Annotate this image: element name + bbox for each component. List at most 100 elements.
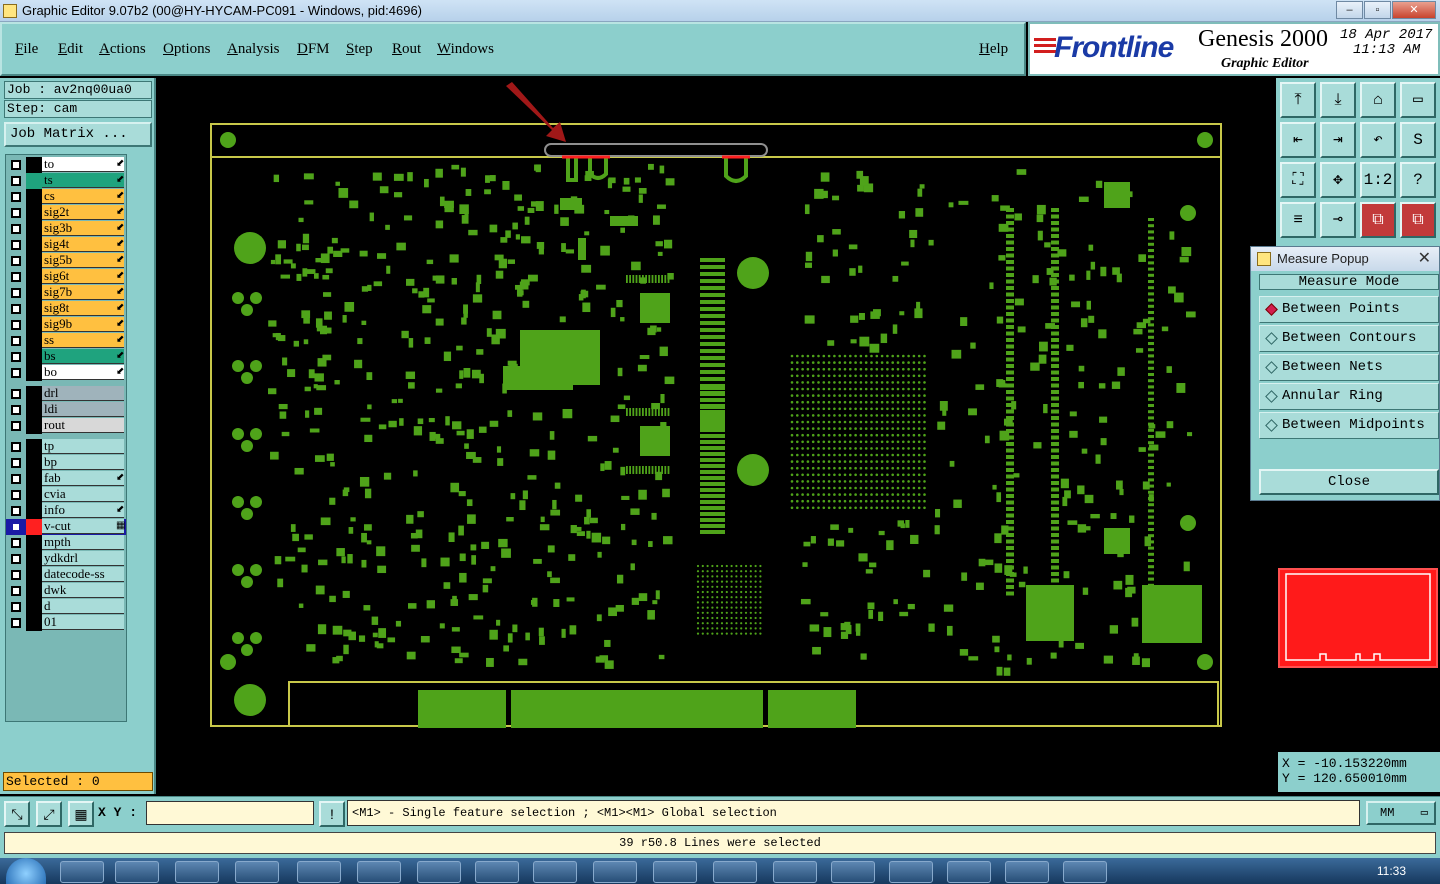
layer-row-bp[interactable]: bp xyxy=(6,455,126,471)
xy-input[interactable] xyxy=(146,801,314,825)
layer-name[interactable]: ldi xyxy=(42,402,124,417)
layer-name[interactable]: cs xyxy=(42,189,124,204)
toolbar-tool-icon[interactable]: ⧉ xyxy=(1360,202,1396,238)
layer-color-swatch[interactable] xyxy=(26,253,42,269)
layer-row-sig4t[interactable]: sig4t ⬋ xyxy=(6,237,126,253)
layer-color-swatch[interactable] xyxy=(26,402,42,418)
layer-color-swatch[interactable] xyxy=(26,269,42,285)
layer-color-swatch[interactable] xyxy=(26,221,42,237)
taskbar-app-icon[interactable] xyxy=(175,861,219,883)
taskbar-app-icon[interactable] xyxy=(889,861,933,883)
toolbar-tool-icon[interactable]: ⊸ xyxy=(1320,202,1356,238)
layer-name[interactable]: dwk xyxy=(42,583,124,598)
layer-checkbox[interactable] xyxy=(11,288,21,298)
layer-color-swatch[interactable] xyxy=(26,173,42,189)
layer-checkbox[interactable] xyxy=(11,474,21,484)
layer-color-swatch[interactable] xyxy=(26,455,42,471)
taskbar-app-icon[interactable] xyxy=(947,861,991,883)
layer-name[interactable]: sig6t xyxy=(42,269,124,284)
layer-checkbox[interactable] xyxy=(11,554,21,564)
layer-checkbox[interactable] xyxy=(11,176,21,186)
layer-name[interactable]: bs xyxy=(42,349,124,364)
minimize-button[interactable]: – xyxy=(1336,1,1363,19)
layer-row-ts[interactable]: ts ⬋ xyxy=(6,173,126,189)
layer-checkbox[interactable] xyxy=(11,192,21,202)
menu-edit[interactable]: Edit xyxy=(58,41,83,58)
measure-option[interactable]: Between Contours xyxy=(1259,325,1439,352)
menu-options[interactable]: Options xyxy=(163,41,211,58)
layer-row-sig7b[interactable]: sig7b ⬋ xyxy=(6,285,126,301)
layer-row-sig5b[interactable]: sig5b ⬋ xyxy=(6,253,126,269)
board-minimap[interactable] xyxy=(1278,568,1438,668)
layer-color-swatch[interactable] xyxy=(26,439,42,455)
measure-option[interactable]: Between Midpoints xyxy=(1259,412,1439,439)
toolbar-tool-icon[interactable]: ≡ xyxy=(1280,202,1316,238)
menu-analysis[interactable]: Analysis xyxy=(227,41,280,58)
layer-row-sig6t[interactable]: sig6t ⬋ xyxy=(6,269,126,285)
layer-row-to[interactable]: to ⬋ xyxy=(6,157,126,173)
toolbar-tool-icon[interactable]: ⧉ xyxy=(1400,202,1436,238)
layer-color-swatch[interactable] xyxy=(26,237,42,253)
taskbar-app-icon[interactable] xyxy=(417,861,461,883)
layer-checkbox[interactable] xyxy=(11,442,21,452)
measure-close-button[interactable]: Close xyxy=(1259,469,1439,495)
layer-color-swatch[interactable] xyxy=(26,487,42,503)
layer-checkbox[interactable] xyxy=(11,522,21,532)
layer-row-sig3b[interactable]: sig3b ⬋ xyxy=(6,221,126,237)
layer-checkbox[interactable] xyxy=(11,458,21,468)
layer-row-info[interactable]: info ⬋ xyxy=(6,503,126,519)
menu-help[interactable]: Help xyxy=(979,41,1008,58)
layer-color-swatch[interactable] xyxy=(26,386,42,402)
measure-option[interactable]: Between Nets xyxy=(1259,354,1439,381)
close-icon[interactable]: ✕ xyxy=(1418,247,1431,271)
graphic-canvas[interactable] xyxy=(158,78,1276,794)
layer-row-sig2t[interactable]: sig2t ⬋ xyxy=(6,205,126,221)
layer-row-ss[interactable]: ss ⬋ xyxy=(6,333,126,349)
layer-checkbox[interactable] xyxy=(11,272,21,282)
layer-name[interactable]: v-cut xyxy=(42,519,124,534)
layer-checkbox[interactable] xyxy=(11,320,21,330)
layer-row-tp[interactable]: tp xyxy=(6,439,126,455)
menu-dfm[interactable]: DFM xyxy=(297,41,330,58)
layer-row-ydkdrl[interactable]: ydkdrl xyxy=(6,551,126,567)
layer-checkbox[interactable] xyxy=(11,421,21,431)
layer-checkbox[interactable] xyxy=(11,368,21,378)
taskbar-app-icon[interactable] xyxy=(115,861,159,883)
layer-checkbox[interactable] xyxy=(11,586,21,596)
layer-row-sig8t[interactable]: sig8t ⬋ xyxy=(6,301,126,317)
layer-color-swatch[interactable] xyxy=(26,301,42,317)
layer-row-cs[interactable]: cs ⬋ xyxy=(6,189,126,205)
layer-checkbox[interactable] xyxy=(11,224,21,234)
layer-name[interactable]: ydkdrl xyxy=(42,551,124,566)
layer-row-dwk[interactable]: dwk xyxy=(6,583,126,599)
layer-checkbox[interactable] xyxy=(11,352,21,362)
toolbar-tool-icon[interactable]: ⤓ xyxy=(1320,82,1356,118)
layer-color-swatch[interactable] xyxy=(26,333,42,349)
layer-name[interactable]: sig8t xyxy=(42,301,124,316)
menu-rout[interactable]: Rout xyxy=(392,41,421,58)
layer-checkbox[interactable] xyxy=(11,389,21,399)
layer-color-swatch[interactable] xyxy=(26,519,42,535)
toolbar-tool-icon[interactable]: ? xyxy=(1400,162,1436,198)
layer-color-swatch[interactable] xyxy=(26,189,42,205)
layer-color-swatch[interactable] xyxy=(26,418,42,434)
taskbar-app-icon[interactable] xyxy=(653,861,697,883)
layer-row-fab[interactable]: fab ⬋ xyxy=(6,471,126,487)
layer-name[interactable]: sig9b xyxy=(42,317,124,332)
layer-color-swatch[interactable] xyxy=(26,205,42,221)
layer-color-swatch[interactable] xyxy=(26,285,42,301)
layer-name[interactable]: to xyxy=(42,157,124,172)
layer-color-swatch[interactable] xyxy=(26,317,42,333)
layer-name[interactable]: sig7b xyxy=(42,285,124,300)
layer-name[interactable]: rout xyxy=(42,418,124,433)
layer-row-cvia[interactable]: cvia xyxy=(6,487,126,503)
layer-name[interactable]: sig2t xyxy=(42,205,124,220)
layer-name[interactable]: d xyxy=(42,599,124,614)
toolbar-tool-icon[interactable]: ⤒ xyxy=(1280,82,1316,118)
layer-name[interactable]: datecode-ss xyxy=(42,567,124,582)
taskbar-app-icon[interactable] xyxy=(533,861,577,883)
start-icon[interactable] xyxy=(6,858,46,884)
layer-checkbox[interactable] xyxy=(11,490,21,500)
layer-row-bo[interactable]: bo ⬋ xyxy=(6,365,126,381)
snap-icon[interactable]: ⤢ xyxy=(36,801,62,827)
